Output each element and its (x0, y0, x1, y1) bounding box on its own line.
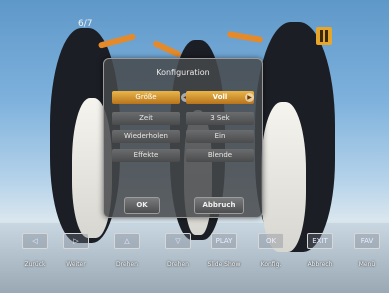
slideshow-screen: 6/7 Konfiguration Größe ◀ Voll ▶ Zeit 3 … (0, 0, 389, 293)
setting-row-repeat[interactable]: Wiederholen Ein (112, 130, 254, 143)
down-arrow-icon: ▽ (165, 233, 191, 249)
setting-value[interactable]: Blende (186, 149, 254, 162)
right-arrow-icon: ▷ (63, 233, 89, 249)
ok-button[interactable]: OK (124, 197, 160, 214)
setting-label: Größe (112, 91, 180, 104)
up-arrow-icon: △ (114, 233, 140, 249)
toolbar-label: Slide Show (207, 261, 241, 268)
toolbar-next[interactable]: ▷ Weiter (59, 233, 93, 268)
setting-row-size[interactable]: Größe ◀ Voll ▶ (112, 91, 254, 104)
dialog-title: Konfiguration (156, 68, 210, 77)
setting-label: Zeit (112, 112, 180, 125)
toolbar-label: Drehen (167, 261, 189, 268)
cancel-button[interactable]: Abbruch (194, 197, 244, 214)
toolbar-menu[interactable]: FAV Menü (350, 233, 384, 268)
toolbar-play[interactable]: PLAY Slide Show (207, 233, 241, 268)
setting-value[interactable]: 3 Sek (186, 112, 254, 125)
toolbar-label: Konfig. (260, 261, 282, 268)
ok-icon: OK (258, 233, 284, 249)
pause-icon[interactable] (316, 27, 332, 45)
toolbar-label: Abbrech (307, 261, 333, 268)
setting-label: Wiederholen (112, 130, 180, 143)
remote-toolbar: ◁ Zurück ▷ Weiter △ Drehen ▽ Drehen PLAY… (0, 233, 389, 273)
setting-row-time[interactable]: Zeit 3 Sek (112, 112, 254, 125)
toolbar-config[interactable]: OK Konfig. (254, 233, 288, 268)
toolbar-label: Drehen (116, 261, 138, 268)
arrow-right-icon[interactable]: ▶ (245, 93, 254, 102)
toolbar-exit[interactable]: EXIT Abbrech (303, 233, 337, 268)
setting-value[interactable]: Voll (186, 91, 254, 104)
left-arrow-icon: ◁ (22, 233, 48, 249)
configuration-dialog: Konfiguration Größe ◀ Voll ▶ Zeit 3 Sek … (103, 58, 263, 218)
toolbar-label: Zurück (24, 261, 46, 268)
setting-label: Effekte (112, 149, 180, 162)
toolbar-rotate-up[interactable]: △ Drehen (110, 233, 144, 268)
fav-icon: FAV (354, 233, 380, 249)
toolbar-label: Menü (358, 261, 376, 268)
exit-icon: EXIT (307, 233, 333, 249)
toolbar-label: Weiter (66, 261, 86, 268)
play-icon: PLAY (211, 233, 237, 249)
toolbar-rotate-down[interactable]: ▽ Drehen (161, 233, 195, 268)
toolbar-back[interactable]: ◁ Zurück (18, 233, 52, 268)
setting-row-effects[interactable]: Effekte Blende (112, 149, 254, 162)
setting-value[interactable]: Ein (186, 130, 254, 143)
page-indicator: 6/7 (78, 19, 93, 29)
